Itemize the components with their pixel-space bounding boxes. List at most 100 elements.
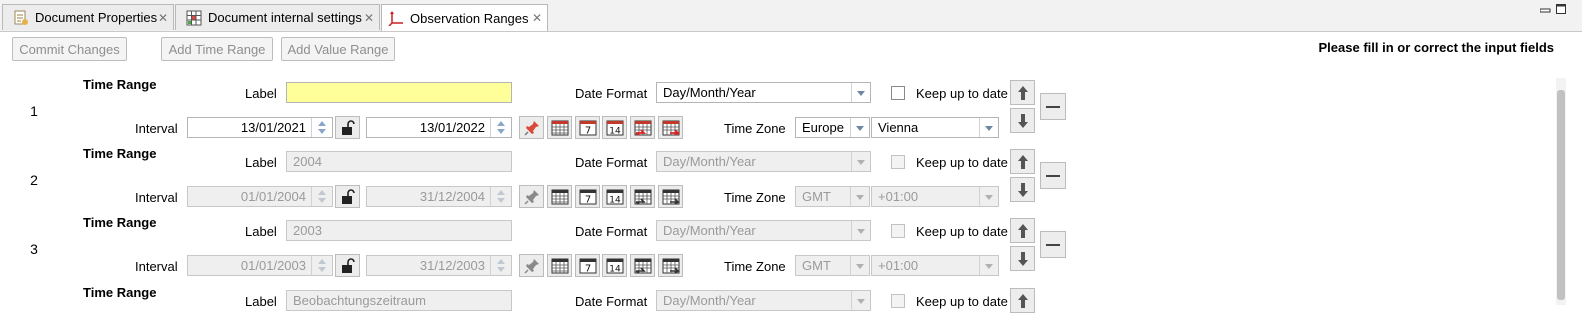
move-down-button[interactable] xyxy=(1010,108,1035,133)
chevron-down-icon[interactable] xyxy=(850,256,869,275)
interval-start-value: 01/01/2003 xyxy=(240,258,306,273)
next-period-button[interactable] xyxy=(658,185,683,208)
arrow-up-icon xyxy=(1017,223,1028,238)
close-icon[interactable]: ✕ xyxy=(532,11,542,25)
next-period-button[interactable] xyxy=(658,116,683,139)
pin-button[interactable] xyxy=(519,254,544,277)
chevron-down-icon[interactable] xyxy=(979,118,998,137)
keep-up-to-date-checkbox[interactable] xyxy=(891,86,905,100)
tab-observation-ranges[interactable]: Observation Ranges ✕ xyxy=(381,4,548,31)
calendar-button[interactable] xyxy=(547,254,572,277)
pin-button[interactable] xyxy=(519,185,544,208)
date-format-select[interactable]: Day/Month/Year xyxy=(656,82,871,103)
two-weeks-calendar-button[interactable]: 14 xyxy=(602,185,627,208)
remove-range-button[interactable] xyxy=(1040,162,1066,189)
previous-period-button[interactable] xyxy=(630,116,655,139)
label-input[interactable]: 2003 xyxy=(286,220,512,241)
scrollbar-thumb[interactable] xyxy=(1557,90,1565,300)
spinner-arrows-icon[interactable] xyxy=(490,118,511,137)
svg-text:14: 14 xyxy=(609,196,621,206)
lock-toggle-button[interactable] xyxy=(335,254,360,277)
move-up-button[interactable] xyxy=(1010,80,1035,105)
spinner-arrows-icon[interactable] xyxy=(311,256,332,275)
svg-text:14: 14 xyxy=(609,127,621,137)
label-input[interactable]: 2004 xyxy=(286,151,512,172)
keep-up-to-date-checkbox[interactable] xyxy=(891,224,905,238)
commit-changes-button[interactable]: Commit Changes xyxy=(12,37,127,61)
interval-start-spinner[interactable]: 01/01/2003 xyxy=(187,255,333,276)
calendar-button[interactable] xyxy=(547,116,572,139)
date-format-select[interactable]: Day/Month/Year xyxy=(656,151,871,172)
calendar-week-icon: 7 xyxy=(579,189,596,206)
calendar-button[interactable] xyxy=(547,185,572,208)
chevron-down-icon[interactable] xyxy=(979,187,998,206)
remove-range-button[interactable] xyxy=(1040,93,1066,120)
chevron-down-icon[interactable] xyxy=(850,118,869,137)
move-up-button[interactable] xyxy=(1010,288,1035,313)
lock-toggle-button[interactable] xyxy=(335,116,360,139)
previous-period-button[interactable] xyxy=(630,185,655,208)
chevron-down-icon[interactable] xyxy=(851,152,870,171)
time-zone-city-select[interactable]: Vienna xyxy=(871,117,999,138)
next-period-button[interactable] xyxy=(658,254,683,277)
chevron-down-icon[interactable] xyxy=(851,221,870,240)
week-calendar-button[interactable]: 7 xyxy=(575,254,600,277)
remove-range-button[interactable] xyxy=(1040,231,1066,258)
chevron-down-icon[interactable] xyxy=(851,291,870,310)
tab-document-internal-settings[interactable]: Document internal settings ✕ xyxy=(175,4,380,30)
interval-start-spinner[interactable]: 13/01/2021 xyxy=(187,117,333,138)
spinner-arrows-icon[interactable] xyxy=(311,187,332,206)
add-value-range-button[interactable]: Add Value Range xyxy=(281,37,395,61)
interval-start-spinner[interactable]: 01/01/2004 xyxy=(187,186,333,207)
tab-document-properties[interactable]: Document Properties ✕ xyxy=(2,4,174,30)
add-time-range-button[interactable]: Add Time Range xyxy=(161,37,273,61)
chevron-down-icon[interactable] xyxy=(979,256,998,275)
move-up-button[interactable] xyxy=(1010,218,1035,243)
close-icon[interactable]: ✕ xyxy=(364,11,374,25)
time-zone-region-select[interactable]: Europe xyxy=(795,117,870,138)
time-range-title: Time Range xyxy=(83,146,157,161)
move-up-button[interactable] xyxy=(1010,149,1035,174)
move-down-button[interactable] xyxy=(1010,246,1035,271)
interval-end-spinner[interactable]: 31/12/2003 xyxy=(366,255,512,276)
week-calendar-button[interactable]: 7 xyxy=(575,185,600,208)
lock-toggle-button[interactable] xyxy=(335,185,360,208)
two-weeks-calendar-button[interactable]: 14 xyxy=(602,254,627,277)
date-format-value: Day/Month/Year xyxy=(663,293,756,308)
maximize-icon[interactable] xyxy=(1556,2,1567,14)
range-number: 3 xyxy=(30,241,38,257)
label-input[interactable] xyxy=(286,82,512,103)
label-input[interactable]: Beobachtungszeitraum xyxy=(286,290,512,311)
date-format-value: Day/Month/Year xyxy=(663,223,756,238)
pin-button[interactable] xyxy=(519,116,544,139)
pin-icon xyxy=(523,258,539,274)
keep-up-to-date-checkbox[interactable] xyxy=(891,294,905,308)
time-zone-region-select[interactable]: GMT xyxy=(795,186,870,207)
svg-text:7: 7 xyxy=(584,195,590,206)
interval-end-spinner[interactable]: 13/01/2022 xyxy=(366,117,512,138)
minimize-icon[interactable] xyxy=(1539,2,1551,13)
calendar-14-icon: 14 xyxy=(606,258,623,274)
spinner-arrows-icon[interactable] xyxy=(490,256,511,275)
calendar-icon xyxy=(551,120,568,136)
time-zone-city-select[interactable]: +01:00 xyxy=(871,255,999,276)
two-weeks-calendar-button[interactable]: 14 xyxy=(602,116,627,139)
spinner-arrows-icon[interactable] xyxy=(490,187,511,206)
chevron-down-icon[interactable] xyxy=(850,187,869,206)
week-calendar-button[interactable]: 7 xyxy=(575,116,600,139)
chevron-down-icon[interactable] xyxy=(851,83,870,102)
label-caption: Label xyxy=(245,86,277,101)
previous-period-button[interactable] xyxy=(630,254,655,277)
date-format-select[interactable]: Day/Month/Year xyxy=(656,290,871,311)
move-down-button[interactable] xyxy=(1010,177,1035,202)
time-zone-city-value: Vienna xyxy=(878,120,919,135)
time-zone-city-select[interactable]: +01:00 xyxy=(871,186,999,207)
date-format-caption: Date Format xyxy=(575,224,648,239)
date-format-select[interactable]: Day/Month/Year xyxy=(656,220,871,241)
keep-up-to-date-caption: Keep up to date xyxy=(916,294,1008,309)
time-zone-region-select[interactable]: GMT xyxy=(795,255,870,276)
spinner-arrows-icon[interactable] xyxy=(311,118,332,137)
keep-up-to-date-checkbox[interactable] xyxy=(891,155,905,169)
interval-end-spinner[interactable]: 31/12/2004 xyxy=(366,186,512,207)
close-icon[interactable]: ✕ xyxy=(158,11,168,25)
